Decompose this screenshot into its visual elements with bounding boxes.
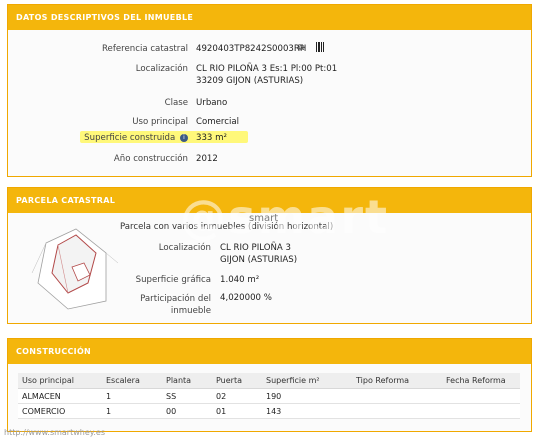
clase-value: Urbano xyxy=(196,98,228,108)
cell-superficie: 190 xyxy=(262,388,352,404)
datos-panel-body: Referencia catastral 4920403TP8242S0003R… xyxy=(8,30,531,176)
cell-escalera: 1 xyxy=(102,403,162,419)
cell-puerta: 02 xyxy=(212,388,262,404)
construccion-panel-body: Uso principal Escalera Planta Puerta Sup… xyxy=(8,364,531,431)
referencia-value: 4920403TP8242S0003RH xyxy=(196,44,307,54)
localizacion-line2: 33209 GIJON (ASTURIAS) xyxy=(196,76,304,86)
superficie-value: 333 m² xyxy=(196,133,227,143)
construccion-panel-title: CONSTRUCCIÓN xyxy=(8,339,531,364)
superficie-label-text: Superficie construida xyxy=(84,133,176,143)
cell-planta: SS xyxy=(162,388,212,404)
cell-tipo-reforma xyxy=(352,388,442,404)
col-superficie: Superficie m² xyxy=(262,373,352,389)
uso-label: Uso principal xyxy=(132,117,188,127)
cell-superficie: 143 xyxy=(262,403,352,419)
construccion-panel: CONSTRUCCIÓN Uso principal Escalera Plan… xyxy=(7,338,532,432)
datos-panel-title: DATOS DESCRIPTIVOS DEL INMUEBLE xyxy=(8,5,531,30)
anio-label: Año construcción xyxy=(113,154,188,164)
parcela-panel-title: PARCELA CATASTRAL xyxy=(8,188,531,213)
cell-fecha-reforma xyxy=(442,388,520,404)
col-puerta: Puerta xyxy=(212,373,262,389)
superficie-label: Superficie construida i xyxy=(84,133,188,143)
construccion-header-row: Uso principal Escalera Planta Puerta Sup… xyxy=(18,373,520,389)
parcela-superficie-label: Superficie gráfica xyxy=(135,275,211,285)
col-tipo-reforma: Tipo Reforma xyxy=(352,373,442,389)
cell-tipo-reforma xyxy=(352,403,442,419)
participacion-label-line2: inmueble xyxy=(170,306,211,316)
localizacion-label: Localización xyxy=(135,64,188,74)
uso-value: Comercial xyxy=(196,117,240,127)
referencia-label: Referencia catastral xyxy=(101,44,188,54)
parcela-localizacion-line2: GIJON (ASTURIAS) xyxy=(220,255,298,265)
cell-uso: COMERCIO xyxy=(18,403,102,419)
parcela-localizacion-label: Localización xyxy=(158,243,211,253)
table-row: COMERCIO 1 00 01 143 xyxy=(18,403,520,419)
cell-fecha-reforma xyxy=(442,403,520,419)
cell-escalera: 1 xyxy=(102,388,162,404)
parcela-subtitle: Parcela con varios inmuebles (división h… xyxy=(120,222,334,232)
parcel-map-drawing xyxy=(31,228,119,310)
parcela-localizacion-line1: CL RIO PILOÑA 3 xyxy=(220,243,291,253)
localizacion-line1: CL RIO PILOÑA 3 Es:1 Pl:00 Pt:01 xyxy=(196,64,338,74)
col-escalera: Escalera xyxy=(102,373,162,389)
cell-puerta: 01 xyxy=(212,403,262,419)
parcela-superficie-value: 1.040 m² xyxy=(220,275,260,285)
watermark-small-logo: smart xyxy=(249,213,279,224)
table-row: ALMACEN 1 SS 02 190 xyxy=(18,388,520,404)
footer-watermark-url: http://www.smartwhey.es xyxy=(4,428,105,437)
participacion-label: Participación del inmueble xyxy=(140,293,211,317)
cell-planta: 00 xyxy=(162,403,212,419)
col-fecha-reforma: Fecha Reforma xyxy=(442,373,520,389)
col-uso-principal: Uso principal xyxy=(18,373,102,389)
datos-panel: DATOS DESCRIPTIVOS DEL INMUEBLE Referenc… xyxy=(7,4,532,177)
participacion-value: 4,020000 % xyxy=(220,293,272,303)
clase-label: Clase xyxy=(164,98,188,108)
parcel-map[interactable] xyxy=(28,223,120,311)
parcela-panel-body: Parcela con varios inmuebles (división h… xyxy=(8,213,531,323)
construccion-table: Uso principal Escalera Planta Puerta Sup… xyxy=(18,373,520,419)
copy-icon[interactable]: ⧉ xyxy=(298,43,304,53)
parcela-panel: PARCELA CATASTRAL Parcela con varios inm… xyxy=(7,187,532,324)
anio-value: 2012 xyxy=(196,154,218,164)
cell-uso: ALMACEN xyxy=(18,388,102,404)
barcode-icon[interactable] xyxy=(316,42,324,55)
col-planta: Planta xyxy=(162,373,212,389)
participacion-label-line1: Participación del xyxy=(140,294,211,304)
info-icon[interactable]: i xyxy=(180,133,188,142)
